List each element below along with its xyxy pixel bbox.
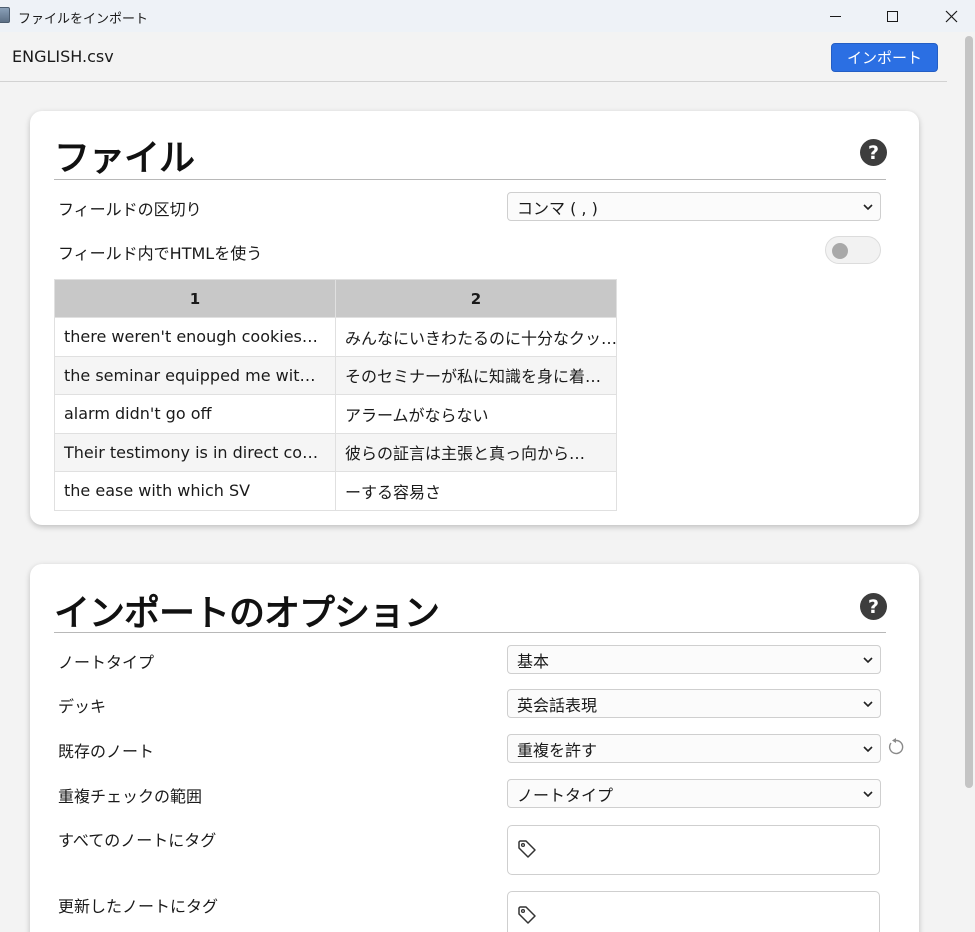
close-button[interactable] bbox=[928, 0, 974, 32]
options-section-title: インポートのオプション bbox=[54, 593, 440, 634]
close-icon bbox=[945, 10, 957, 22]
table-cell: そのセミナーが私に知識を身に着… bbox=[335, 355, 617, 395]
tag-updated-label: 更新したノートにタグ bbox=[58, 897, 219, 916]
tag-icon bbox=[518, 906, 536, 924]
tag-icon bbox=[518, 840, 536, 858]
delimiter-label: フィールドの区切り bbox=[58, 200, 202, 219]
options-help-icon[interactable]: ? bbox=[860, 593, 887, 620]
existing-notes-label: 既存のノート bbox=[58, 742, 155, 761]
dup-scope-value: ノートタイプ bbox=[517, 785, 614, 805]
table-cell: みんなにいきわたるのに十分なクッ… bbox=[335, 317, 617, 357]
app-icon bbox=[0, 7, 10, 23]
tag-all-label: すべてのノートにタグ bbox=[58, 831, 217, 850]
file-section-title: ファイル bbox=[54, 138, 195, 179]
table-row: the seminar equipped me wit… そのセミナーが私に知識… bbox=[54, 355, 617, 395]
tag-all-input[interactable] bbox=[507, 825, 880, 875]
table-cell: the ease with which SV bbox=[54, 471, 336, 511]
maximize-button[interactable] bbox=[869, 0, 915, 32]
dup-scope-label: 重複チェックの範囲 bbox=[58, 787, 203, 806]
options-section-divider bbox=[54, 632, 886, 633]
deck-label: デッキ bbox=[58, 697, 107, 716]
notetype-select[interactable]: 基本 bbox=[507, 645, 881, 674]
file-name: ENGLISH.csv bbox=[12, 47, 114, 66]
chevron-down-icon bbox=[863, 657, 873, 664]
table-header-2[interactable]: 2 bbox=[335, 279, 617, 318]
tag-updated-input[interactable] bbox=[507, 891, 880, 932]
table-cell: アラームがならない bbox=[335, 394, 617, 434]
delimiter-value: コンマ ( , ) bbox=[517, 198, 598, 218]
toggle-knob bbox=[832, 243, 848, 259]
html-label: フィールド内でHTMLを使う bbox=[58, 244, 263, 263]
table-row: there weren't enough cookies… みんなにいきわたるの… bbox=[54, 317, 617, 357]
file-help-icon[interactable]: ? bbox=[860, 139, 887, 166]
table-cell: there weren't enough cookies… bbox=[54, 317, 336, 357]
existing-notes-select[interactable]: 重複を許す bbox=[507, 734, 881, 763]
table-header-1[interactable]: 1 bbox=[54, 279, 336, 318]
html-toggle[interactable] bbox=[825, 236, 881, 264]
chevron-down-icon bbox=[863, 746, 873, 753]
chevron-down-icon bbox=[863, 791, 873, 798]
table-row: the ease with which SV ーする容易さ bbox=[54, 471, 617, 511]
deck-select[interactable]: 英会話表現 bbox=[507, 689, 881, 718]
minimize-button[interactable] bbox=[812, 0, 858, 32]
import-button[interactable]: インポート bbox=[831, 43, 938, 72]
table-row: alarm didn't go off アラームがならない bbox=[54, 394, 617, 434]
deck-value: 英会話表現 bbox=[517, 695, 598, 715]
table-cell: 彼らの証言は主張と真っ向から… bbox=[335, 432, 617, 472]
table-cell: ーする容易さ bbox=[335, 471, 617, 511]
import-header: ENGLISH.csv インポート bbox=[0, 32, 947, 82]
chevron-down-icon bbox=[863, 701, 873, 708]
preview-table: 1 2 there weren't enough cookies… みんなにいき… bbox=[54, 279, 617, 511]
table-cell: the seminar equipped me wit… bbox=[54, 355, 336, 395]
title-bar: ファイルをインポート bbox=[0, 0, 975, 32]
table-cell: alarm didn't go off bbox=[54, 394, 336, 434]
table-header-row: 1 2 bbox=[54, 279, 617, 318]
notetype-value: 基本 bbox=[517, 651, 550, 671]
table-cell: Their testimony is in direct co… bbox=[54, 432, 336, 472]
maximize-icon bbox=[886, 10, 898, 22]
file-section-divider bbox=[54, 179, 886, 180]
scrollbar-thumb[interactable] bbox=[965, 36, 973, 788]
existing-notes-value: 重複を許す bbox=[517, 740, 598, 760]
delimiter-select[interactable]: コンマ ( , ) bbox=[507, 192, 881, 221]
window-title: ファイルをインポート bbox=[18, 12, 149, 27]
table-row: Their testimony is in direct co… 彼らの証言は主… bbox=[54, 432, 617, 472]
import-options-card: インポートのオプション ? ノートタイプ 基本 デッキ 英会話表現 既存のノート… bbox=[30, 564, 919, 932]
reset-icon[interactable] bbox=[887, 738, 905, 756]
chevron-down-icon bbox=[863, 204, 873, 211]
file-card: ファイル ? フィールドの区切り コンマ ( , ) フィールド内でHTMLを使… bbox=[30, 111, 919, 525]
dup-scope-select[interactable]: ノートタイプ bbox=[507, 779, 881, 808]
minimize-icon bbox=[829, 15, 841, 17]
notetype-label: ノートタイプ bbox=[58, 653, 155, 672]
